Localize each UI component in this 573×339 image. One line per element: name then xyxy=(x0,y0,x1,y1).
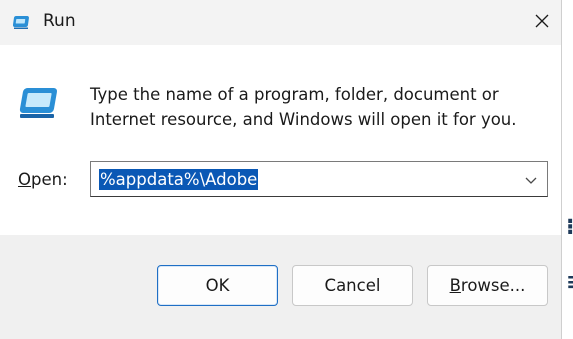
description-line: Internet resource, and Windows will open… xyxy=(90,110,517,129)
background-window-edge: ⁝ ≡ xyxy=(562,40,573,339)
close-button[interactable] xyxy=(523,0,561,45)
run-icon xyxy=(18,86,62,120)
browse-button-mnemonic: B xyxy=(449,276,461,295)
ok-button-label: OK xyxy=(205,276,230,295)
cancel-button-label: Cancel xyxy=(324,276,381,295)
open-label: Open: xyxy=(18,170,68,189)
run-icon xyxy=(12,14,31,30)
open-input[interactable]: %appdata%\Adobe xyxy=(99,169,259,190)
close-icon xyxy=(534,13,550,33)
run-dialog: Run Type the name of a program, folder, … xyxy=(0,0,562,339)
window-title: Run xyxy=(43,11,76,31)
browse-button[interactable]: Browse... xyxy=(427,265,548,306)
dialog-body xyxy=(0,45,561,235)
chevron-down-icon[interactable] xyxy=(524,172,538,186)
open-combobox[interactable]: %appdata%\Adobe xyxy=(90,161,548,197)
cancel-button[interactable]: Cancel xyxy=(292,265,413,306)
title-bar[interactable]: Run xyxy=(0,0,561,45)
ok-button[interactable]: OK xyxy=(157,265,278,306)
open-label-text: pen: xyxy=(31,170,68,189)
description-line: Type the name of a program, folder, docu… xyxy=(90,85,499,104)
browse-button-label: rowse... xyxy=(460,276,526,295)
open-label-mnemonic: O xyxy=(18,170,31,189)
dialog-description: Type the name of a program, folder, docu… xyxy=(90,82,540,132)
background-fragment: ⁝ xyxy=(566,215,573,240)
background-fragment: ≡ xyxy=(566,270,573,295)
